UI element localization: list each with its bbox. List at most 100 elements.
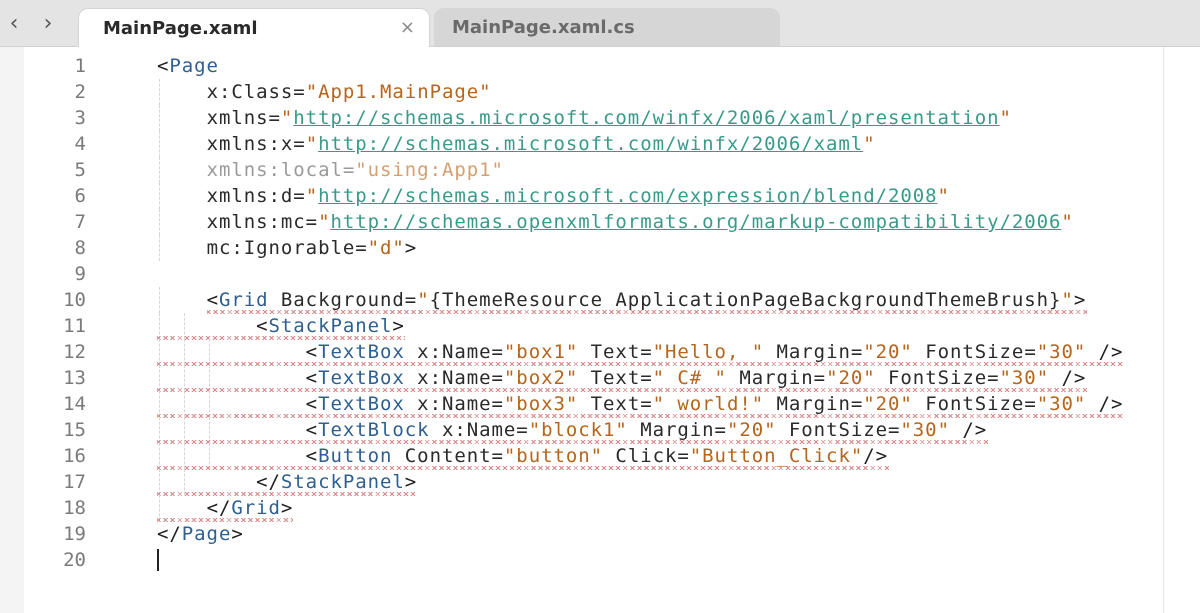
code-line: x:Class="App1.MainPage": [157, 79, 1123, 105]
line-number: 6: [74, 185, 86, 207]
code-token: ": [305, 133, 319, 155]
close-icon[interactable]: ×: [400, 17, 415, 38]
code-token: mc:Ignorable=: [206, 237, 368, 259]
tab-bar: ‹ › MainPage.xaml × MainPage.xaml.cs: [0, 0, 1200, 48]
code-token: " C# ": [652, 367, 727, 389]
forward-arrow-icon[interactable]: ›: [38, 12, 58, 36]
code-token: <: [305, 445, 319, 467]
line-number: 12: [63, 341, 86, 363]
code-token: >: [392, 315, 405, 337]
code-line: mc:Ignorable="d">: [157, 235, 1123, 261]
indent-guide: [159, 287, 160, 313]
line-number: 10: [63, 289, 86, 311]
tab-mainpage-xaml-cs[interactable]: MainPage.xaml.cs: [434, 8, 780, 46]
line-number: 1: [74, 55, 86, 77]
url-link[interactable]: http://schemas.microsoft.com/expression/…: [318, 185, 937, 207]
tab-label: MainPage.xaml: [103, 18, 258, 39]
code-token: </: [256, 471, 281, 493]
code-token: >: [1073, 289, 1087, 311]
code-token: <: [305, 393, 319, 415]
code-token: <: [305, 419, 319, 441]
line-number: 4: [74, 133, 86, 155]
code-token: />: [863, 445, 889, 467]
code-token: "Hello, ": [652, 341, 765, 363]
line-number: 19: [63, 523, 86, 545]
code-token: "30": [1036, 341, 1087, 363]
code-token: xmlns:x=: [206, 133, 306, 155]
code-area[interactable]: <Page x:Class="App1.MainPage" xmlns="htt…: [157, 53, 1125, 573]
code-token: "20": [826, 367, 876, 389]
code-editor[interactable]: 1 2 3 4 5 6 7 8 9 10 11 12 13 14 15 16 17 18 19 20 <Page x:…: [0, 47, 1200, 613]
code-line: </StackPanel>: [157, 469, 1123, 496]
code-token: FontSize=: [912, 393, 1037, 415]
code-token: ": [417, 289, 430, 311]
line-number: 2: [74, 81, 86, 103]
code-token: x:Class=: [206, 81, 306, 103]
line-number: 15: [63, 419, 86, 441]
code-token: TextBox: [318, 341, 405, 363]
code-line: xmlns:local="using:App1": [157, 157, 1123, 183]
code-token: Button: [318, 445, 393, 467]
code-token: x:Name=: [404, 341, 504, 363]
code-token: " world!": [652, 393, 765, 415]
code-token: ": [305, 185, 319, 207]
code-token: Grid: [231, 497, 281, 519]
line-number: 14: [63, 393, 86, 415]
code-token: "block1": [528, 419, 628, 441]
code-token: >: [404, 471, 418, 493]
tab-mainpage-xaml[interactable]: MainPage.xaml ×: [78, 8, 430, 48]
code-line: xmlns:mc= "http://schemas.openxmlformats.…: [157, 209, 1123, 235]
code-token: Margin=: [726, 367, 827, 389]
code-token: "30": [999, 367, 1050, 389]
code-token: Page: [169, 55, 219, 77]
code-token: "30": [1036, 393, 1087, 415]
indent-guide: [159, 235, 160, 261]
code-token: ": [1061, 289, 1074, 311]
code-token: Margin=: [764, 341, 864, 363]
url-link[interactable]: http://schemas.microsoft.com/winfx/2006/…: [318, 133, 863, 155]
code-token: xmlns:mc=: [206, 211, 319, 233]
line-number: 18: [63, 497, 86, 519]
code-token: FontSize=: [912, 341, 1037, 363]
indent-guide: [159, 131, 160, 157]
code-token: "20": [863, 341, 913, 363]
code-token: Page: [181, 523, 232, 545]
code-token: x:Name=: [404, 367, 504, 389]
indent-guide: [159, 157, 160, 183]
line-number: 16: [63, 445, 86, 467]
line-number: 11: [63, 315, 86, 337]
code-token: Content=: [392, 445, 504, 467]
code-token: />: [1086, 393, 1124, 415]
right-margin-guide: [1163, 47, 1164, 613]
code-token: />: [1086, 341, 1124, 363]
code-token: <: [157, 55, 170, 77]
code-token: Text=: [578, 393, 653, 415]
code-token: "Button_Click": [689, 445, 864, 467]
code-token: x:Name=: [404, 393, 504, 415]
url-link[interactable]: http://schemas.openxmlformats.org/markup…: [330, 211, 1061, 233]
line-number: 3: [74, 107, 86, 129]
code-line: xmlns="http://schemas.microsoft.com/winf…: [157, 105, 1123, 131]
code-token: <: [305, 367, 319, 389]
code-token: Grid: [218, 289, 269, 311]
back-arrow-icon[interactable]: ‹: [4, 12, 24, 36]
code-line: <Page: [157, 53, 1123, 79]
code-line: [157, 547, 1123, 573]
code-token: "20": [863, 393, 913, 415]
code-token: <: [305, 341, 319, 363]
code-token: xmlns:d=: [206, 185, 306, 207]
code-token: "box1": [503, 341, 579, 363]
code-token: >: [231, 523, 244, 545]
code-token: "App1.MainPage": [305, 81, 492, 103]
code-token: ": [1061, 211, 1074, 233]
url-link[interactable]: http://schemas.microsoft.com/winfx/2006/…: [293, 107, 999, 129]
code-line: <TextBox x:Name="box1" Text="Hello, " Ma…: [157, 339, 1125, 366]
